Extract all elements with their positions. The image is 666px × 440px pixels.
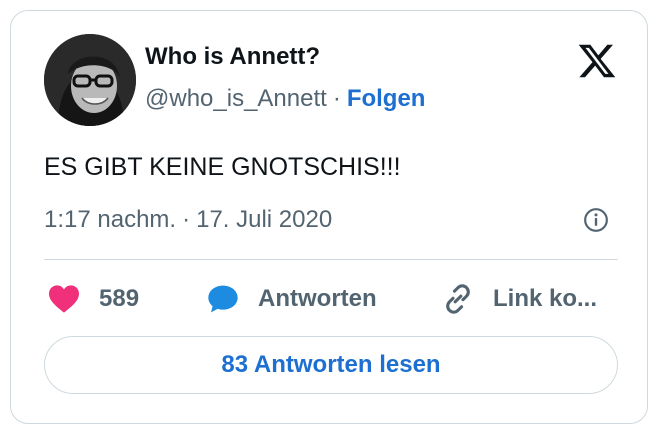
author-name[interactable]: Who is Annett? (145, 43, 320, 71)
reply-label: Antworten (258, 285, 377, 312)
follow-button[interactable]: Folgen (347, 85, 426, 112)
speech-bubble-icon (208, 285, 238, 313)
avatar[interactable] (44, 34, 136, 126)
heart-icon (49, 285, 79, 313)
separator-dot: · (332, 85, 341, 112)
like-button[interactable]: 589 (47, 281, 139, 317)
tweet-date: 17. Juli 2020 (196, 206, 333, 233)
info-icon[interactable] (583, 207, 609, 233)
read-replies-button[interactable]: 83 Antworten lesen (44, 336, 618, 394)
tweet-text: ES GIBT KEINE GNOTSCHIS!!! (44, 153, 401, 181)
divider (44, 259, 618, 260)
separator-dot: · (182, 206, 191, 233)
tweet-time: 1:17 nachm. (44, 206, 177, 233)
handle-row: @who_is_Annett · Folgen (145, 85, 425, 113)
copy-link-button[interactable]: Link ko... (441, 281, 597, 317)
tweet-timestamp[interactable]: 1:17 nachm. · 17. Juli 2020 (44, 206, 332, 234)
avatar-image (44, 34, 136, 126)
copy-link-label: Link ko... (493, 285, 598, 312)
x-logo-icon[interactable] (577, 41, 617, 81)
author-handle[interactable]: @who_is_Annett (145, 85, 327, 112)
reply-button[interactable]: Antworten (206, 281, 377, 317)
like-count: 589 (99, 285, 140, 312)
link-icon (446, 284, 470, 314)
tweet-card: Who is Annett? @who_is_Annett · Folgen ES … (10, 10, 648, 424)
